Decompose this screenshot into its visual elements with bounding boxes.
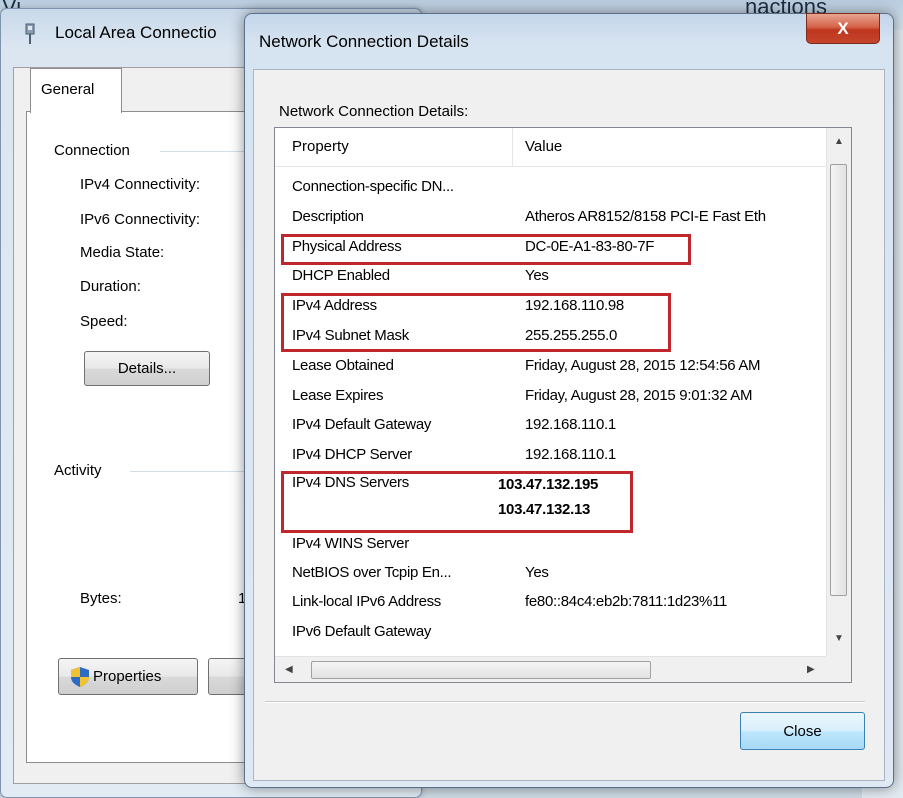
scroll-right-icon[interactable]: ▶ bbox=[807, 664, 815, 675]
close-x-button[interactable]: X bbox=[806, 13, 880, 44]
media-state-label: Media State: bbox=[80, 244, 165, 261]
duration-label: Duration: bbox=[80, 278, 141, 295]
tab-general-label: General bbox=[41, 81, 95, 98]
scroll-up-icon[interactable]: ▲ bbox=[834, 136, 844, 147]
dialog-title: Network Connection Details bbox=[259, 32, 469, 51]
property-cell: IPv4 WINS Server bbox=[292, 535, 409, 552]
diagnose-button[interactable] bbox=[208, 658, 248, 695]
list-item[interactable]: Link-local IPv6 Address fe80::84c4:eb2b:7… bbox=[275, 588, 826, 617]
close-button[interactable]: Close bbox=[740, 712, 865, 750]
connection-group-line bbox=[160, 151, 250, 152]
horizontal-scrollbar[interactable]: ◀ ▶ bbox=[275, 656, 826, 682]
property-cell: NetBIOS over Tcpip En... bbox=[292, 564, 452, 581]
list-item[interactable]: IPv4 Default Gateway 192.168.110.1 bbox=[275, 411, 826, 440]
highlight-physical-address bbox=[281, 234, 691, 265]
list-item[interactable]: IPv4 WINS Server bbox=[275, 530, 826, 559]
property-cell: Lease Obtained bbox=[292, 357, 394, 374]
vertical-scroll-thumb[interactable] bbox=[830, 164, 847, 596]
property-cell: DHCP Enabled bbox=[292, 267, 390, 284]
property-cell: IPv6 Default Gateway bbox=[292, 623, 432, 640]
properties-button[interactable]: Properties bbox=[58, 658, 198, 695]
property-cell: IPv4 Default Gateway bbox=[292, 416, 432, 433]
highlight-ipv4-address-mask bbox=[281, 293, 671, 352]
property-cell: Link-local IPv6 Address bbox=[292, 593, 442, 610]
property-cell: Lease Expires bbox=[292, 387, 384, 404]
list-item[interactable]: Connection-specific DN... bbox=[275, 173, 826, 202]
value-cell: 192.168.110.1 bbox=[525, 446, 616, 463]
property-cell: Connection-specific DN... bbox=[292, 178, 454, 195]
value-cell: Yes bbox=[525, 564, 549, 581]
highlight-dns-servers bbox=[281, 471, 633, 533]
vertical-scrollbar[interactable]: ▲ ▼ bbox=[826, 128, 851, 656]
connection-group-label: Connection bbox=[54, 142, 130, 159]
list-item[interactable]: IPv6 Default Gateway bbox=[275, 618, 826, 647]
list-header: Property Value bbox=[275, 128, 826, 167]
value-cell: 192.168.110.1 bbox=[525, 416, 616, 433]
section-label: Network Connection Details: bbox=[279, 103, 469, 120]
speed-label: Speed: bbox=[80, 313, 128, 330]
bytes-label: Bytes: bbox=[80, 590, 122, 607]
column-header-property[interactable]: Property bbox=[292, 138, 349, 155]
properties-button-label: Properties bbox=[93, 668, 162, 685]
list-item[interactable]: DHCP Enabled Yes bbox=[275, 262, 826, 291]
value-cell: Friday, August 28, 2015 9:01:32 AM bbox=[525, 387, 753, 404]
list-item[interactable]: Description Atheros AR8152/8158 PCI-E Fas… bbox=[275, 203, 826, 232]
scroll-corner bbox=[826, 656, 851, 682]
list-item[interactable]: NetBIOS over Tcpip En... Yes bbox=[275, 559, 826, 588]
button-divider bbox=[265, 701, 865, 703]
value-cell: fe80::84c4:eb2b:7811:1d23%11 bbox=[525, 593, 728, 610]
list-item[interactable]: IPv4 DHCP Server 192.168.110.1 bbox=[275, 441, 826, 470]
column-separator[interactable] bbox=[512, 128, 513, 166]
list-item[interactable]: Lease Obtained Friday, August 28, 2015 12… bbox=[275, 352, 826, 381]
horizontal-scroll-thumb[interactable] bbox=[311, 661, 651, 679]
property-cell: IPv4 DHCP Server bbox=[292, 446, 412, 463]
details-list[interactable]: Property Value Connection-specific DN...… bbox=[274, 127, 852, 683]
details-button[interactable]: Details... bbox=[84, 351, 210, 386]
window-title: Local Area Connectio bbox=[55, 23, 217, 42]
shield-icon bbox=[71, 666, 89, 687]
value-cell: Atheros AR8152/8158 PCI-E Fast Eth bbox=[525, 208, 766, 225]
close-icon: X bbox=[837, 18, 849, 38]
scroll-left-icon[interactable]: ◀ bbox=[285, 664, 293, 675]
activity-group-line bbox=[130, 471, 250, 472]
value-cell: Yes bbox=[525, 267, 549, 284]
activity-group-label: Activity bbox=[54, 462, 102, 479]
property-cell: Description bbox=[292, 208, 364, 225]
tab-general[interactable]: General bbox=[30, 68, 122, 113]
list-item[interactable]: Lease Expires Friday, August 28, 2015 9:0… bbox=[275, 382, 826, 411]
value-cell: Friday, August 28, 2015 12:54:56 AM bbox=[525, 357, 761, 374]
ipv4-connectivity-label: IPv4 Connectivity: bbox=[80, 176, 201, 193]
ipv6-connectivity-label: IPv6 Connectivity: bbox=[80, 211, 201, 228]
column-header-value[interactable]: Value bbox=[525, 138, 562, 155]
network-connection-details-dialog: Network Connection Details X Network Con… bbox=[244, 13, 894, 788]
network-adapter-icon bbox=[25, 23, 35, 44]
scroll-down-icon[interactable]: ▼ bbox=[834, 633, 844, 644]
